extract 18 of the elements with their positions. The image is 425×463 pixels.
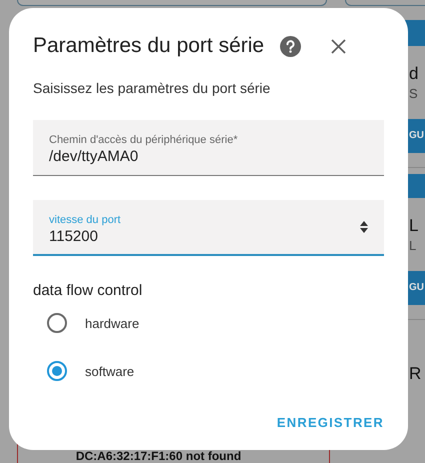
radio-label[interactable]: hardware: [85, 316, 140, 330]
input-field[interactable]: vitesse du port 115200: [33, 200, 384, 256]
spinner-icon[interactable]: [360, 221, 368, 233]
dialog-subtitle: Saisissez les paramètres du port série: [33, 80, 272, 96]
input-field[interactable]: Chemin d'accès du périphérique série* /dev/ttyAMA0: [33, 120, 384, 176]
radio-button[interactable]: [47, 361, 67, 381]
card-text: R: [409, 364, 422, 384]
status-text: DC:A6:32:17:F1:60 not found: [76, 450, 242, 463]
card-text: d: [409, 64, 418, 84]
help-icon[interactable]: [280, 36, 302, 56]
close-icon[interactable]: [331, 38, 346, 54]
card-text: L: [409, 216, 418, 236]
radio-button[interactable]: [47, 313, 67, 333]
card-text: L: [409, 238, 416, 253]
radio-label[interactable]: software: [85, 364, 134, 378]
card-text: S: [409, 86, 418, 101]
radio-group-label: data flow control: [33, 282, 144, 299]
dialog-title: Paramètres du port série: [33, 34, 264, 58]
